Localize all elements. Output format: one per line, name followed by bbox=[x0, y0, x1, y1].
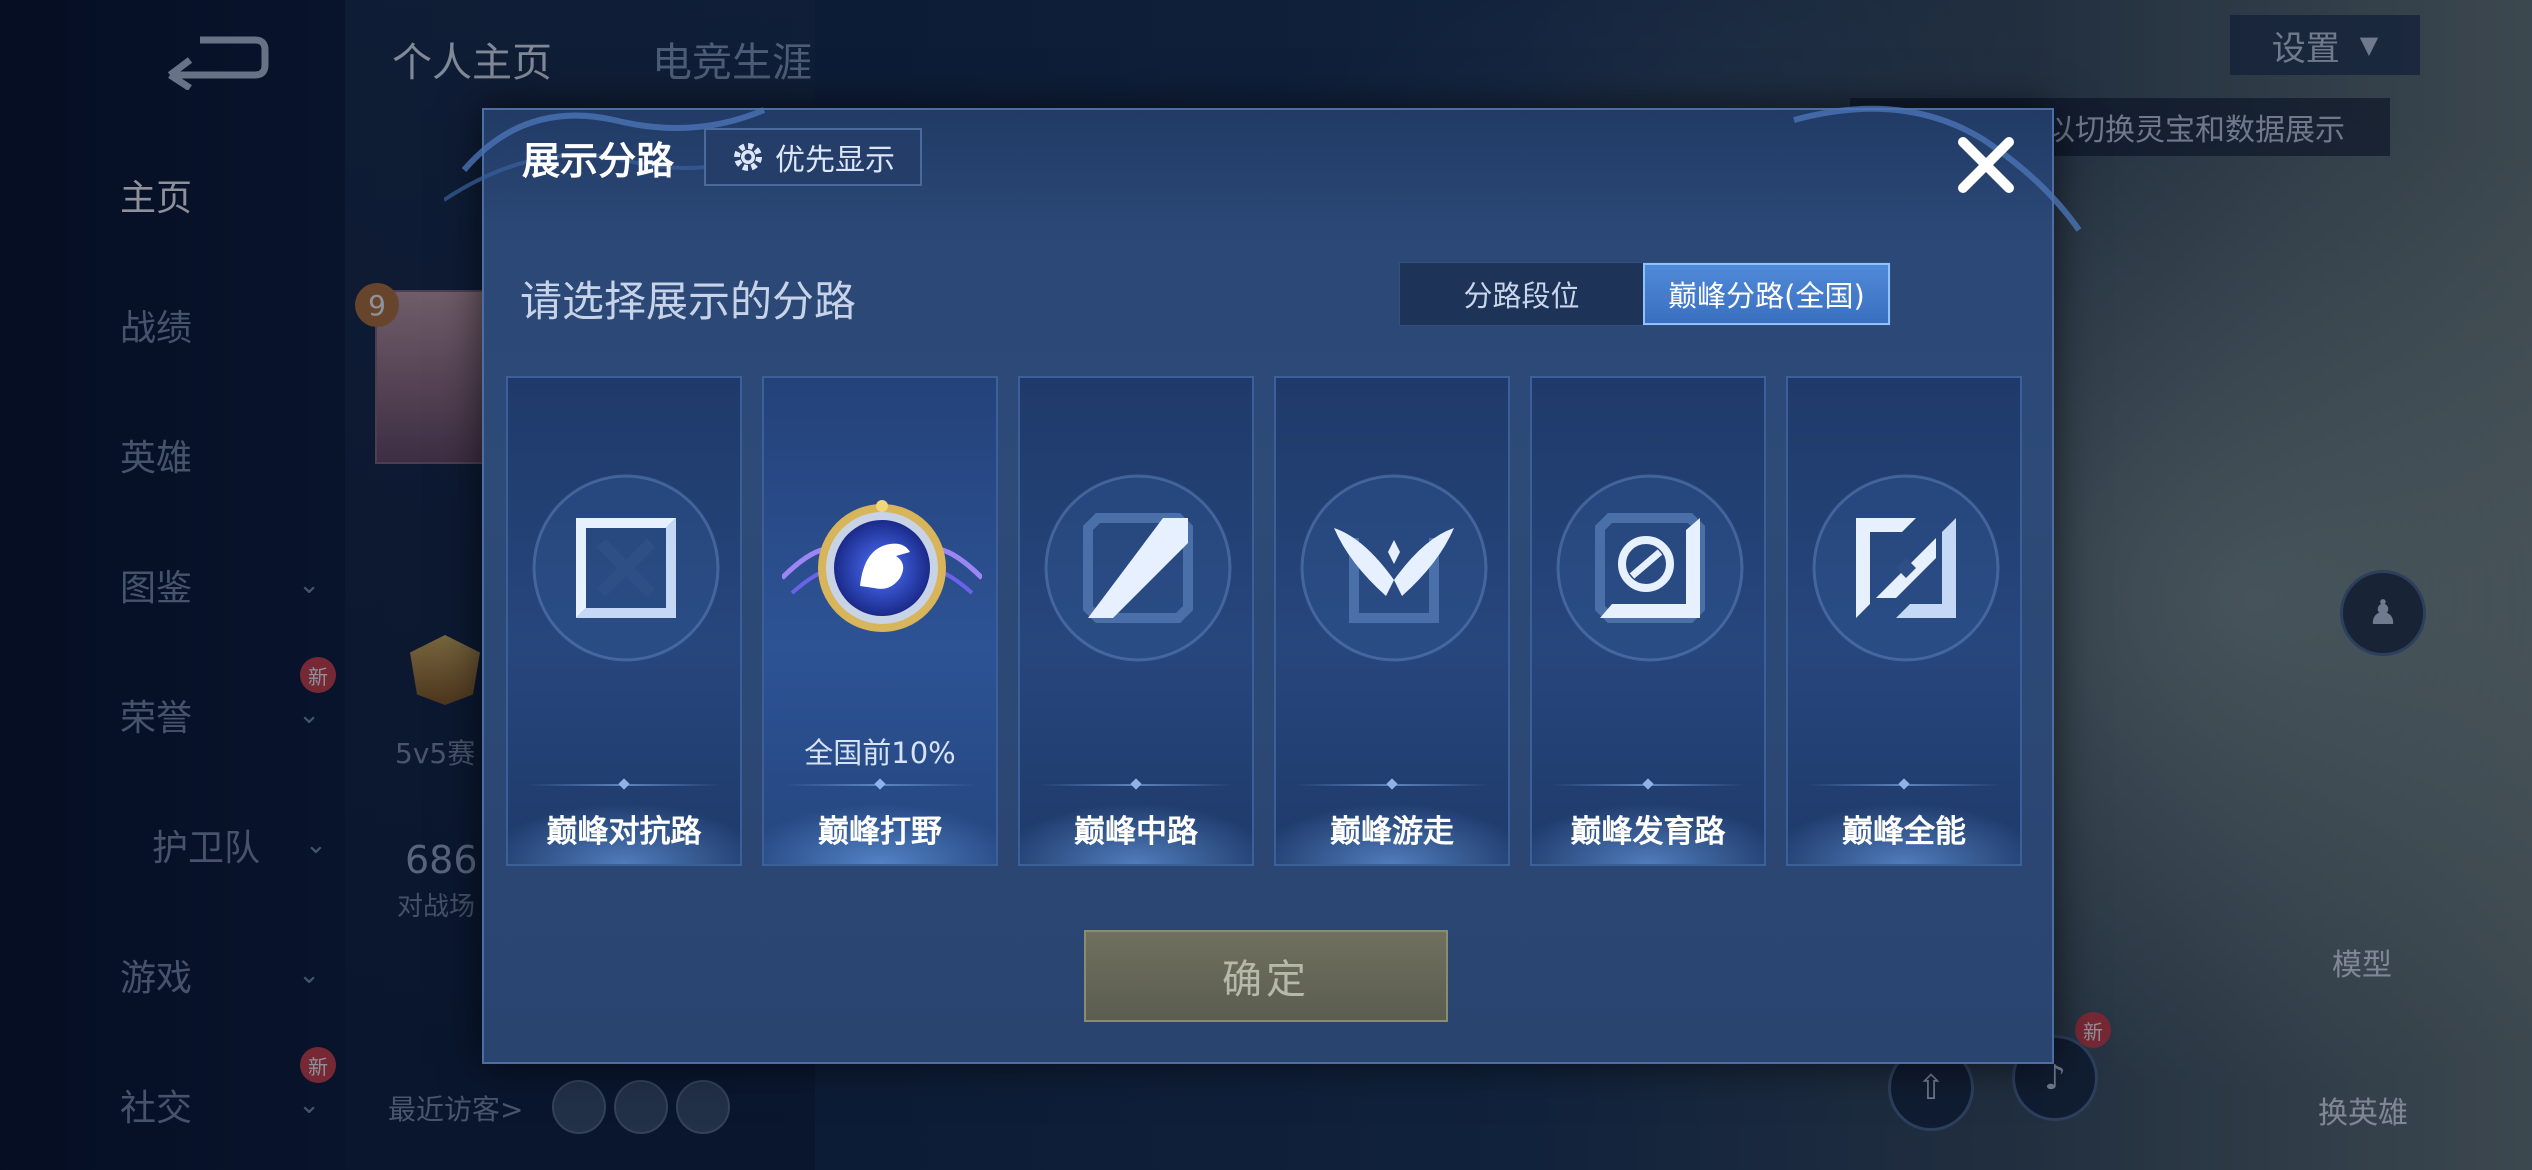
close-button[interactable] bbox=[1946, 125, 2026, 205]
lane-card-jungle[interactable]: 全国前10% 巅峰打野 bbox=[762, 376, 998, 866]
lane-name: 巅峰游走 bbox=[1330, 814, 1454, 850]
lane-card-clash[interactable]: 巅峰对抗路 bbox=[506, 376, 742, 866]
select-lane-prompt: 请选择展示的分路 bbox=[520, 277, 857, 326]
farm-lane-icon bbox=[1556, 474, 1744, 662]
lane-card-roam[interactable]: 巅峰游走 bbox=[1274, 376, 1510, 866]
toggle-lane-rank[interactable]: 分路段位 bbox=[1400, 263, 1643, 325]
lane-name: 巅峰对抗路 bbox=[546, 814, 702, 850]
lane-name: 巅峰中路 bbox=[1074, 814, 1198, 850]
all-round-icon bbox=[1812, 474, 2000, 662]
lane-display-dialog: 展示分路 优先显示 请选择展示的分路 分路段位 巅峰分路(全国) 巅峰对抗路 全… bbox=[444, 105, 2082, 1064]
lane-name: 巅峰发育路 bbox=[1570, 814, 1726, 850]
lane-card-all-round[interactable]: 巅峰全能 bbox=[1786, 376, 2022, 866]
confirm-button[interactable]: 确定 bbox=[1084, 930, 1448, 1022]
lane-rank-text: 全国前10% bbox=[804, 736, 956, 770]
toggle-peak-lane-national[interactable]: 巅峰分路(全国) bbox=[1643, 263, 1890, 325]
lane-card-mid[interactable]: 巅峰中路 bbox=[1018, 376, 1254, 866]
lane-card-farm[interactable]: 巅峰发育路 bbox=[1530, 376, 1766, 866]
priority-display-label: 优先显示 bbox=[775, 143, 895, 178]
lane-mode-toggle: 分路段位 巅峰分路(全国) bbox=[1399, 262, 1891, 326]
gear-icon bbox=[734, 143, 762, 171]
close-icon bbox=[1958, 137, 2014, 193]
roam-wings-icon bbox=[1300, 474, 1488, 662]
lane-name: 巅峰全能 bbox=[1842, 814, 1966, 850]
priority-display-button[interactable]: 优先显示 bbox=[704, 128, 922, 186]
jungle-emblem-icon bbox=[782, 500, 982, 632]
lane-name: 巅峰打野 bbox=[818, 814, 942, 850]
clash-lane-icon bbox=[532, 474, 720, 662]
mid-lane-icon bbox=[1044, 474, 1232, 662]
dialog-title: 展示分路 bbox=[522, 139, 675, 183]
